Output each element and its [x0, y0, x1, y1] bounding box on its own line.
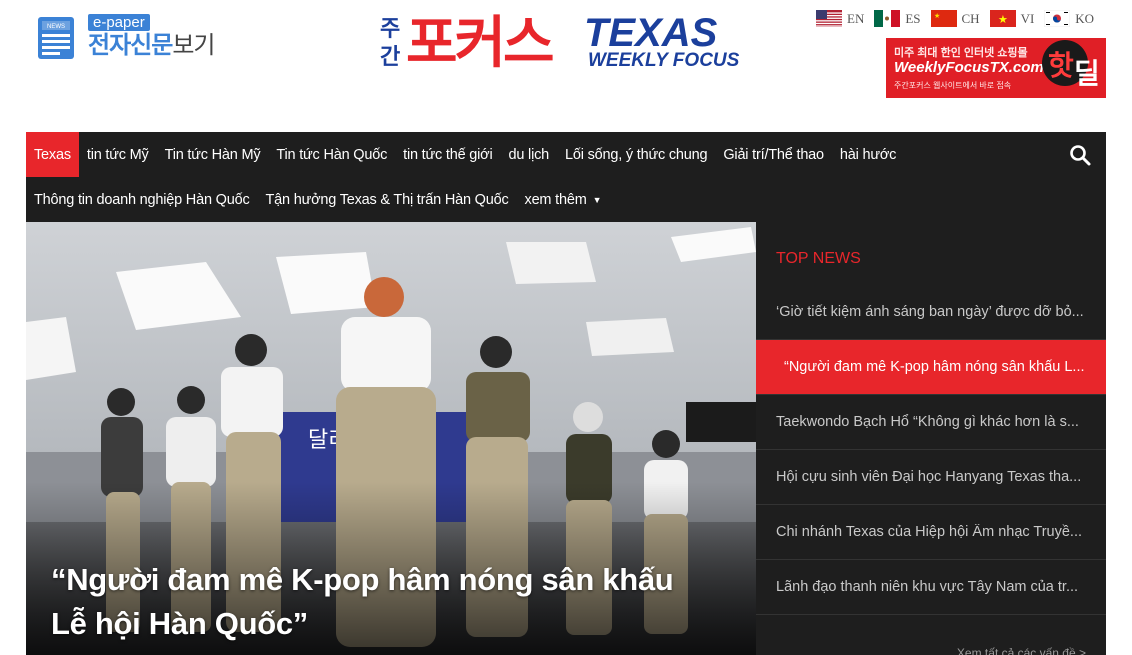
nav-item-more[interactable]: xem thêm ▼: [517, 177, 610, 222]
top-news-item[interactable]: Lãnh đạo thanh niên khu vực Tây Nam của …: [756, 560, 1106, 615]
newspaper-icon-label: NEWS: [47, 24, 65, 30]
nav-row-1: Texas tin tức Mỹ Tin tức Hàn Mỹ Tin tức …: [26, 132, 904, 177]
top-news-item-title: “Người đam mê K-pop hâm nóng sân khấu L.…: [784, 359, 1085, 375]
top-news-item-title: Chi nhánh Texas của Hiệp hội Âm nhạc Tru…: [776, 524, 1083, 540]
ad-line1: 미주 최대 한인 인터넷 쇼핑몰: [894, 47, 1028, 59]
main-nav: Texas tin tức Mỹ Tin tức Hàn Mỹ Tin tức …: [26, 132, 1106, 222]
nav-item-enjoy-texas[interactable]: Tận hưởng Texas & Thị trấn Hàn Quốc: [258, 177, 517, 222]
top-news-item-title: ‘Giờ tiết kiệm ánh sáng ban ngày’ được d…: [776, 304, 1084, 320]
nav-item-us-news[interactable]: tin tức Mỹ: [79, 132, 157, 177]
ad-line2: WeeklyFocusTX.com: [894, 59, 1044, 76]
lang-en[interactable]: EN: [816, 10, 864, 27]
caret-down-icon: ▼: [592, 194, 602, 205]
us-flag-icon: [816, 10, 842, 27]
nav-item-travel[interactable]: du lịch: [500, 132, 557, 177]
top-news-item[interactable]: Taekwondo Bạch Hổ “Không gì khác hơn là …: [756, 395, 1106, 450]
nav-item-entertainment-sports[interactable]: Giải trí/Thể thao: [715, 132, 832, 177]
lang-es[interactable]: ES: [874, 10, 921, 27]
hero-headline[interactable]: “Người đam mê K-pop hâm nóng sân khấu Lễ…: [51, 558, 711, 646]
nav-item-humor[interactable]: hài hước: [832, 132, 904, 177]
top-news-list: ‘Giờ tiết kiệm ánh sáng ban ngày’ được d…: [756, 285, 1106, 615]
nav-row-2: Thông tin doanh nghiệp Hàn Quốc Tận hưởn…: [26, 177, 609, 222]
lang-ko[interactable]: KO: [1044, 10, 1094, 27]
logo-korean-big: 포커스: [406, 11, 553, 72]
logo-english-big: TEXAS: [584, 11, 718, 55]
epaper-title-bold: 전자신문: [88, 32, 173, 59]
see-all-link[interactable]: Xem tất cả các vấn đề >: [957, 646, 1086, 655]
lang-ch[interactable]: ★ CH: [930, 10, 980, 27]
logo-korean-bottom: 간: [380, 45, 400, 70]
ad-line3: 주간포커스 웹사이트에서 바로 접속: [894, 81, 1012, 90]
hot-deal-ad-banner[interactable]: 미주 최대 한인 인터넷 쇼핑몰 WeeklyFocusTX.com 주간포커스…: [886, 38, 1106, 98]
logo-english-small: WEEKLY FOCUS: [588, 50, 740, 71]
language-switcher: EN ES ★ CH ★ VI KO: [816, 10, 1094, 27]
ad-badge-red: 핫: [1048, 50, 1074, 81]
nav-item-lifestyle[interactable]: Lối sống, ý thức chung: [557, 132, 715, 177]
newspaper-icon: NEWS: [38, 16, 74, 59]
top-news-heading: TOP NEWS: [776, 250, 861, 267]
nav-item-korea-news[interactable]: Tin tức Hàn Quốc: [268, 132, 395, 177]
lang-en-label: EN: [847, 11, 865, 26]
epaper-title-thin: 보기: [172, 32, 215, 59]
lang-ko-label: KO: [1075, 11, 1095, 26]
top-news-item-title: Hội cựu sinh viên Đại học Hanyang Texas …: [776, 469, 1082, 485]
kr-flag-icon: [1044, 10, 1071, 27]
lang-es-label: ES: [905, 11, 921, 26]
nav-item-world-news[interactable]: tin tức thế giới: [395, 132, 500, 177]
nav-item-more-label: xem thêm: [524, 191, 587, 208]
logo-korean-top: 주: [380, 17, 400, 42]
epaper-link[interactable]: NEWS e-paper 전자신문보기: [36, 14, 216, 61]
epaper-tag: e-paper: [88, 14, 150, 31]
nav-item-texas[interactable]: Texas: [26, 132, 79, 177]
svg-text:★: ★: [998, 14, 1008, 26]
cn-flag-icon: ★: [930, 10, 957, 27]
site-logo[interactable]: 주 간 포커스 TEXAS WEEKLY FOCUS: [378, 6, 754, 72]
search-icon[interactable]: [1068, 143, 1092, 167]
svg-text:★: ★: [934, 12, 940, 20]
hero-article[interactable]: 달리 “Người đam mê K-pop hâm nóng sân khấu…: [26, 222, 756, 655]
vn-flag-icon: ★: [989, 10, 1016, 27]
top-news-item-title: Lãnh đạo thanh niên khu vực Tây Nam của …: [776, 579, 1079, 595]
lang-vi[interactable]: ★ VI: [989, 10, 1035, 27]
lang-ch-label: CH: [961, 11, 980, 26]
top-news-item-active[interactable]: “Người đam mê K-pop hâm nóng sân khấu L.…: [756, 340, 1106, 395]
nav-item-korean-american-news[interactable]: Tin tức Hàn Mỹ: [157, 132, 269, 177]
top-news-panel: TOP NEWS ‘Giờ tiết kiệm ánh sáng ban ngà…: [756, 222, 1106, 655]
mx-flag-icon: [874, 10, 901, 27]
top-news-item-title: Taekwondo Bạch Hổ “Không gì khác hơn là …: [776, 414, 1079, 430]
top-news-item[interactable]: Hội cựu sinh viên Đại học Hanyang Texas …: [756, 450, 1106, 505]
top-news-item[interactable]: Chi nhánh Texas của Hiệp hội Âm nhạc Tru…: [756, 505, 1106, 560]
top-news-item[interactable]: ‘Giờ tiết kiệm ánh sáng ban ngày’ được d…: [756, 285, 1106, 340]
lang-vi-label: VI: [1020, 11, 1035, 26]
nav-item-korean-business[interactable]: Thông tin doanh nghiệp Hàn Quốc: [26, 177, 258, 222]
epaper-title: 전자신문보기: [88, 31, 216, 61]
ad-badge-white: 딜: [1074, 58, 1100, 89]
